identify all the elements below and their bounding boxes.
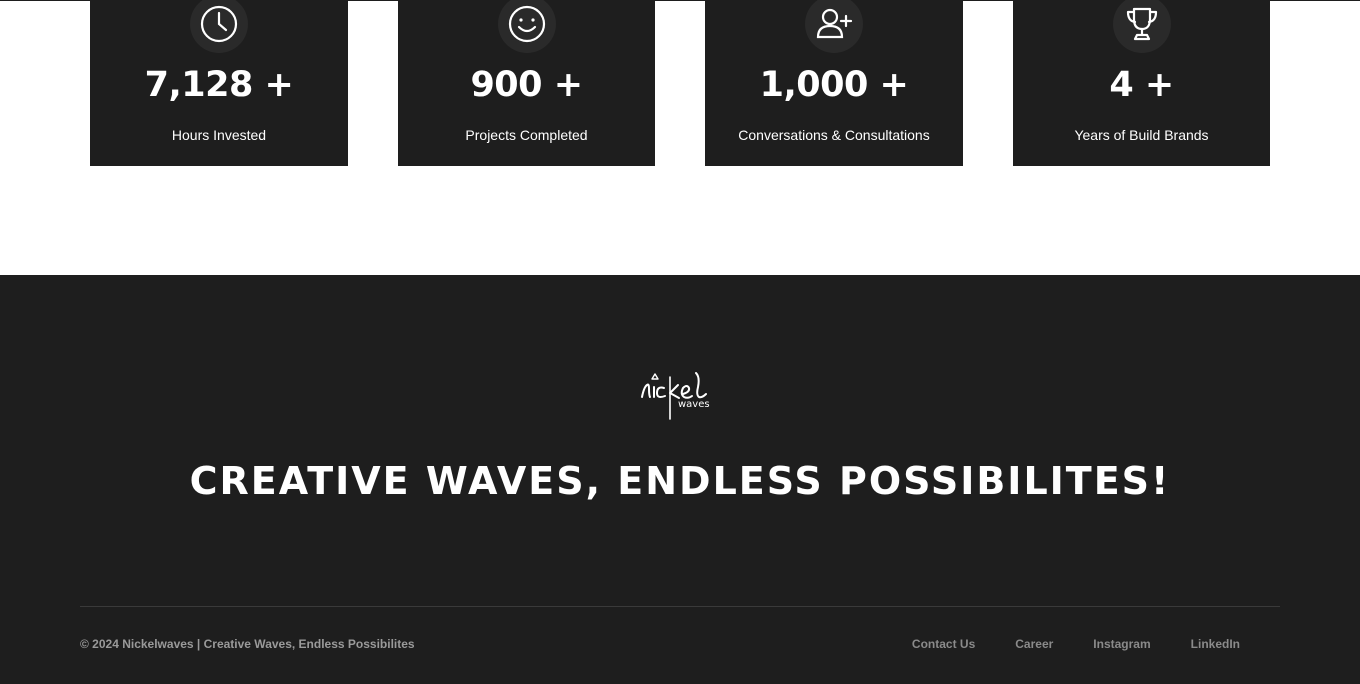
footer-link-contact-us[interactable]: Contact Us <box>912 637 975 651</box>
add-user-icon <box>805 0 863 53</box>
stat-label: Conversations & Consultations <box>738 127 930 143</box>
footer-link-career[interactable]: Career <box>1015 637 1053 651</box>
nickelwaves-logo[interactable]: waves <box>636 361 728 421</box>
footer-divider <box>80 606 1280 607</box>
stat-value: 900 + <box>470 65 583 105</box>
stat-card-projects: 900 + Projects Completed <box>398 0 655 166</box>
footer-link-linkedin[interactable]: LinkedIn <box>1191 637 1240 651</box>
stats-section: 7,128 + Hours Invested 900 + Projects Co… <box>0 0 1360 275</box>
copyright-text: © 2024 Nickelwaves | Creative Waves, End… <box>80 637 415 651</box>
stat-label: Hours Invested <box>171 127 267 143</box>
footer-nav: Contact Us Career Instagram LinkedIn <box>912 637 1240 651</box>
footer-link-instagram[interactable]: Instagram <box>1093 637 1150 651</box>
clock-icon <box>190 0 248 53</box>
stat-card-hours: 7,128 + Hours Invested <box>90 0 348 166</box>
footer: waves CREATIVE WAVES, ENDLESS POSSIBILIT… <box>0 275 1360 684</box>
smile-icon <box>497 0 556 53</box>
stat-value: 4 + <box>1109 65 1174 105</box>
stat-card-conversations: 1,000 + Conversations & Consultations <box>705 0 963 166</box>
footer-tagline: CREATIVE WAVES, ENDLESS POSSIBILITES! <box>189 459 1171 503</box>
stat-card-years: 4 + Years of Build Brands <box>1013 0 1270 166</box>
stat-label: Projects Completed <box>465 127 588 143</box>
stat-label: Years of Build Brands <box>1074 127 1209 143</box>
stat-value: 7,128 + <box>144 65 294 105</box>
trophy-icon <box>1112 0 1171 53</box>
logo-subtext: waves <box>678 399 710 410</box>
stat-value: 1,000 + <box>759 65 909 105</box>
